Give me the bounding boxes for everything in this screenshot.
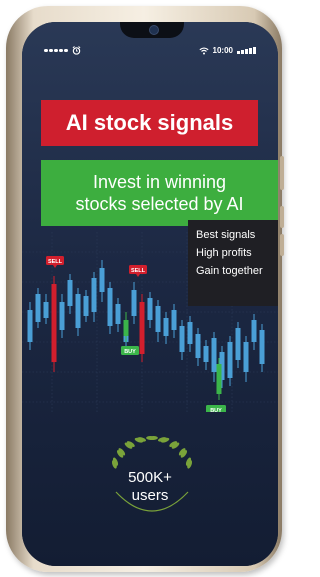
candle-body bbox=[43, 302, 49, 318]
candle-body bbox=[139, 302, 145, 354]
title-banner: AI stock signals bbox=[41, 100, 258, 146]
candle-body bbox=[35, 294, 41, 322]
users-label: users bbox=[131, 487, 169, 504]
benefits-box: Best signals High profits Gain together bbox=[188, 220, 278, 306]
status-bar: 10:00 bbox=[22, 46, 278, 60]
candle-body bbox=[75, 294, 81, 328]
buy-signal-2: BUY bbox=[206, 405, 226, 412]
candle bbox=[107, 282, 113, 334]
candle-body bbox=[171, 310, 177, 330]
candle-body bbox=[107, 288, 113, 326]
candle bbox=[147, 292, 153, 328]
candle bbox=[227, 336, 233, 386]
benefit-item-3: Gain together bbox=[196, 265, 263, 277]
candle-body bbox=[123, 320, 129, 336]
side-button-volume-up bbox=[280, 206, 284, 228]
candle-body bbox=[27, 310, 33, 342]
sell-signal-1-label: SELL bbox=[48, 259, 63, 265]
candle bbox=[83, 290, 89, 322]
side-button-volume-down bbox=[280, 234, 284, 256]
status-time: 10:00 bbox=[212, 46, 233, 55]
candle bbox=[235, 322, 241, 368]
candle bbox=[211, 332, 217, 382]
candle-body bbox=[59, 302, 65, 330]
candle bbox=[243, 336, 249, 382]
candle bbox=[139, 294, 145, 362]
users-count: 500K+ bbox=[128, 469, 172, 486]
phone-screen: 10:00 AI stock signals Invest in winning… bbox=[22, 22, 278, 566]
candle-body bbox=[131, 290, 137, 316]
candle-body bbox=[115, 304, 121, 324]
candle bbox=[59, 294, 65, 338]
candle bbox=[115, 298, 121, 332]
buy-signal-2-label: BUY bbox=[210, 408, 222, 412]
candle bbox=[187, 316, 193, 352]
candle bbox=[75, 288, 81, 336]
candle-signal bbox=[216, 358, 222, 400]
candle bbox=[171, 304, 177, 338]
candle-body bbox=[99, 268, 105, 292]
candle-body bbox=[155, 306, 161, 332]
candle-body bbox=[211, 338, 217, 372]
candle bbox=[155, 300, 161, 342]
alarm-icon bbox=[72, 46, 80, 55]
benefit-item-2: High profits bbox=[196, 247, 252, 259]
candle-body bbox=[235, 328, 241, 360]
candle bbox=[99, 260, 105, 302]
camera-icon bbox=[149, 25, 159, 35]
candle-body bbox=[243, 342, 249, 372]
candle-body bbox=[91, 278, 97, 312]
candle bbox=[203, 340, 209, 370]
candle bbox=[131, 282, 137, 324]
candle-body bbox=[251, 320, 257, 342]
benefit-item-1: Best signals bbox=[196, 229, 256, 241]
candle bbox=[67, 274, 73, 314]
buy-signal-1-label: BUY bbox=[124, 349, 136, 355]
candle bbox=[195, 328, 201, 366]
candle bbox=[91, 272, 97, 322]
candle-body bbox=[227, 342, 233, 378]
battery-icon bbox=[237, 47, 256, 54]
candle-body bbox=[187, 322, 193, 344]
candle-body bbox=[203, 346, 209, 362]
sell-signal-2: SELL bbox=[129, 265, 147, 277]
subtitle-line-2: stocks selected by AI bbox=[75, 194, 244, 214]
candle-body bbox=[195, 334, 201, 358]
candle-body bbox=[259, 330, 265, 364]
signal-dots-icon bbox=[44, 48, 68, 53]
candle bbox=[259, 324, 265, 372]
subtitle-line-1: Invest in winning bbox=[92, 172, 227, 192]
candle-body bbox=[163, 318, 169, 336]
candle bbox=[179, 320, 185, 360]
phone-frame: 10:00 AI stock signals Invest in winning… bbox=[6, 6, 284, 572]
users-badge: 500K+ users bbox=[22, 469, 278, 505]
candle-body bbox=[179, 326, 185, 352]
side-button-power bbox=[280, 156, 284, 190]
candle-body bbox=[147, 298, 153, 320]
candle-body bbox=[67, 280, 73, 306]
candle-body bbox=[83, 296, 89, 316]
candle bbox=[51, 276, 57, 372]
candle bbox=[163, 312, 169, 344]
candle bbox=[35, 288, 41, 328]
sell-signal-1: SELL bbox=[46, 256, 64, 268]
candle-body bbox=[51, 284, 57, 362]
candle bbox=[251, 314, 257, 350]
sell-signal-2-label: SELL bbox=[131, 268, 146, 274]
candle bbox=[27, 302, 33, 350]
candle bbox=[43, 294, 49, 324]
buy-signal-1: BUY bbox=[121, 346, 139, 355]
title-text: AI stock signals bbox=[65, 110, 234, 135]
subtitle-banner: Invest in winning stocks selected by AI bbox=[41, 160, 278, 226]
wifi-icon bbox=[199, 47, 209, 54]
candle-body bbox=[216, 364, 222, 394]
